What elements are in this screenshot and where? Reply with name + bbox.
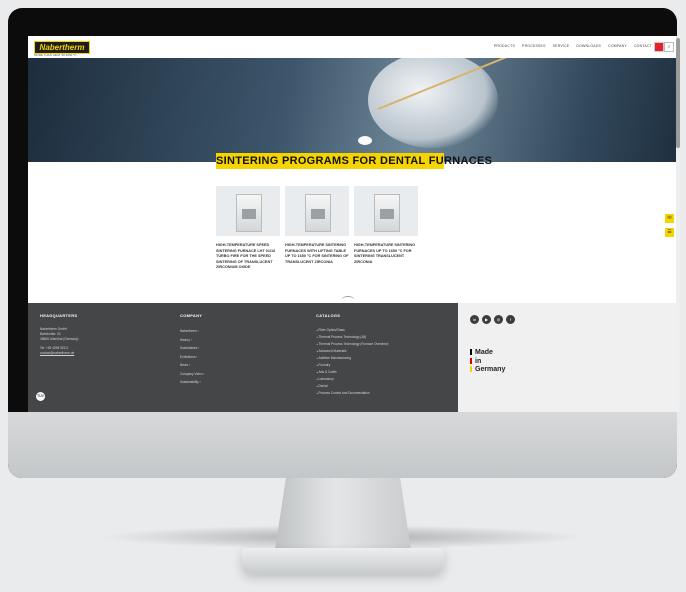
product-title[interactable]: HIGH-TEMPERATURE SINTERING FURNACES UP T… <box>354 243 418 265</box>
page-title: SINTERING PROGRAMS FOR DENTAL FURNACES <box>216 153 493 169</box>
nav-item-service[interactable]: SERVICE <box>553 44 570 48</box>
product-title[interactable]: HIGH-TEMPERATURE SPEED SINTERING FURNACE… <box>216 243 280 271</box>
footer-link[interactable]: News › <box>180 361 205 370</box>
footer-link[interactable]: Exhibitions › <box>180 353 205 362</box>
email-link[interactable]: contact@nabertherm.de <box>40 351 78 356</box>
language-flag-icon[interactable] <box>654 42 664 52</box>
footer-aside: in ▶ ◎ f Made in Germany <box>458 303 676 412</box>
catalog-link[interactable]: Advanced Materials <box>316 348 388 355</box>
footer-link[interactable]: Sustainability › <box>180 378 205 387</box>
search-icon[interactable]: ⌕ <box>664 42 674 52</box>
catalog-link[interactable]: Process Control and Documentation <box>316 390 388 397</box>
catalog-link[interactable]: Thermal Process Technology (All) <box>316 334 388 341</box>
footer-heading: COMPANY <box>180 313 203 318</box>
certification-badge: TÜV <box>36 392 45 401</box>
germany-word: Germany <box>475 366 506 373</box>
furnace-icon <box>374 194 400 232</box>
monitor-chin <box>8 412 677 478</box>
footer-link[interactable]: Subsidiaries › <box>180 344 205 353</box>
catalog-link[interactable]: Dental <box>316 383 388 390</box>
scrollbar-thumb[interactable] <box>676 38 680 148</box>
screen: Nabertherm MORE THAN HEAT 30-3000 °C PRO… <box>28 36 680 412</box>
social-links: in ▶ ◎ f <box>470 315 515 324</box>
hero-image <box>28 58 676 162</box>
product-card[interactable]: HIGH-TEMPERATURE SPEED SINTERING FURNACE… <box>216 186 280 271</box>
product-list: HIGH-TEMPERATURE SPEED SINTERING FURNACE… <box>216 186 418 271</box>
logo-tagline: MORE THAN HEAT 30-3000 °C <box>34 53 77 57</box>
contact-tab-icon[interactable]: ✉ <box>665 214 674 223</box>
catalog-link[interactable]: Thermal Process Technology (Furnace Over… <box>316 341 388 348</box>
catalog-link[interactable]: Fiber Optics/Glass <box>316 327 388 334</box>
product-card[interactable]: HIGH-TEMPERATURE SINTERING FURNACES UP T… <box>354 186 418 271</box>
dental-crown-graphic <box>358 136 372 145</box>
scrollbar[interactable] <box>676 36 680 412</box>
furnace-icon <box>236 194 262 232</box>
youtube-icon[interactable]: ▶ <box>482 315 491 324</box>
nav-item-downloads[interactable]: DOWNLOADS <box>576 44 601 48</box>
footer-headquarters: HEADQUARTERS Nabertherm GmbH Bahnhofstr.… <box>40 313 78 356</box>
flag-stripe-black <box>470 349 472 355</box>
nav-item-processes[interactable]: PROCESSES <box>522 44 546 48</box>
monitor-base <box>242 548 444 574</box>
product-title[interactable]: HIGH-TEMPERATURE SINTERING FURNACES WITH… <box>285 243 349 265</box>
flag-stripe-gold <box>470 366 472 372</box>
instagram-icon[interactable]: ◎ <box>494 315 503 324</box>
facebook-icon[interactable]: f <box>506 315 515 324</box>
main-nav: PRODUCTS PROCESSES SERVICE DOWNLOADS COM… <box>494 44 652 48</box>
catalog-link[interactable]: Additive Manufacturing <box>316 355 388 362</box>
scroll-up-icon[interactable] <box>342 296 354 303</box>
monitor-bezel: Nabertherm MORE THAN HEAT 30-3000 °C PRO… <box>8 8 680 478</box>
footer-link[interactable]: History › <box>180 336 205 345</box>
product-image[interactable] <box>354 186 418 236</box>
footer: HEADQUARTERS Nabertherm GmbH Bahnhofstr.… <box>28 303 458 412</box>
product-card[interactable]: HIGH-TEMPERATURE SINTERING FURNACES WITH… <box>285 186 349 271</box>
footer-heading: HEADQUARTERS <box>40 313 78 318</box>
catalog-link[interactable]: Foundry <box>316 362 388 369</box>
product-image[interactable] <box>285 186 349 236</box>
nav-item-products[interactable]: PRODUCTS <box>494 44 515 48</box>
address-line: 28865 Lilienthal (Germany) <box>40 337 79 341</box>
product-image[interactable] <box>216 186 280 236</box>
made-in-germany-badge: Made in Germany <box>470 349 505 375</box>
footer-heading: CATALOGS <box>316 313 341 318</box>
menu-tab-icon[interactable]: ☰ <box>665 228 674 237</box>
furnace-icon <box>305 194 331 232</box>
linkedin-icon[interactable]: in <box>470 315 479 324</box>
footer-link[interactable]: Nabertherm › <box>180 327 205 336</box>
flag-stripe-red <box>470 357 472 364</box>
made-word: Made <box>475 349 493 356</box>
nav-item-contact[interactable]: CONTACT <box>634 44 652 48</box>
site-header: Nabertherm MORE THAN HEAT 30-3000 °C PRO… <box>28 36 680 58</box>
footer-catalogs: CATALOGS Fiber Optics/Glass Thermal Proc… <box>316 313 388 397</box>
catalog-link[interactable]: Laboratory <box>316 376 388 383</box>
monitor-stand <box>275 478 411 550</box>
in-word: in <box>475 357 482 365</box>
footer-company: COMPANY Nabertherm › History › Subsidiar… <box>180 313 205 387</box>
catalog-link[interactable]: Arts & Crafts <box>316 369 388 376</box>
footer-link[interactable]: Company Video › <box>180 370 205 379</box>
nav-item-company[interactable]: COMPANY <box>608 44 627 48</box>
